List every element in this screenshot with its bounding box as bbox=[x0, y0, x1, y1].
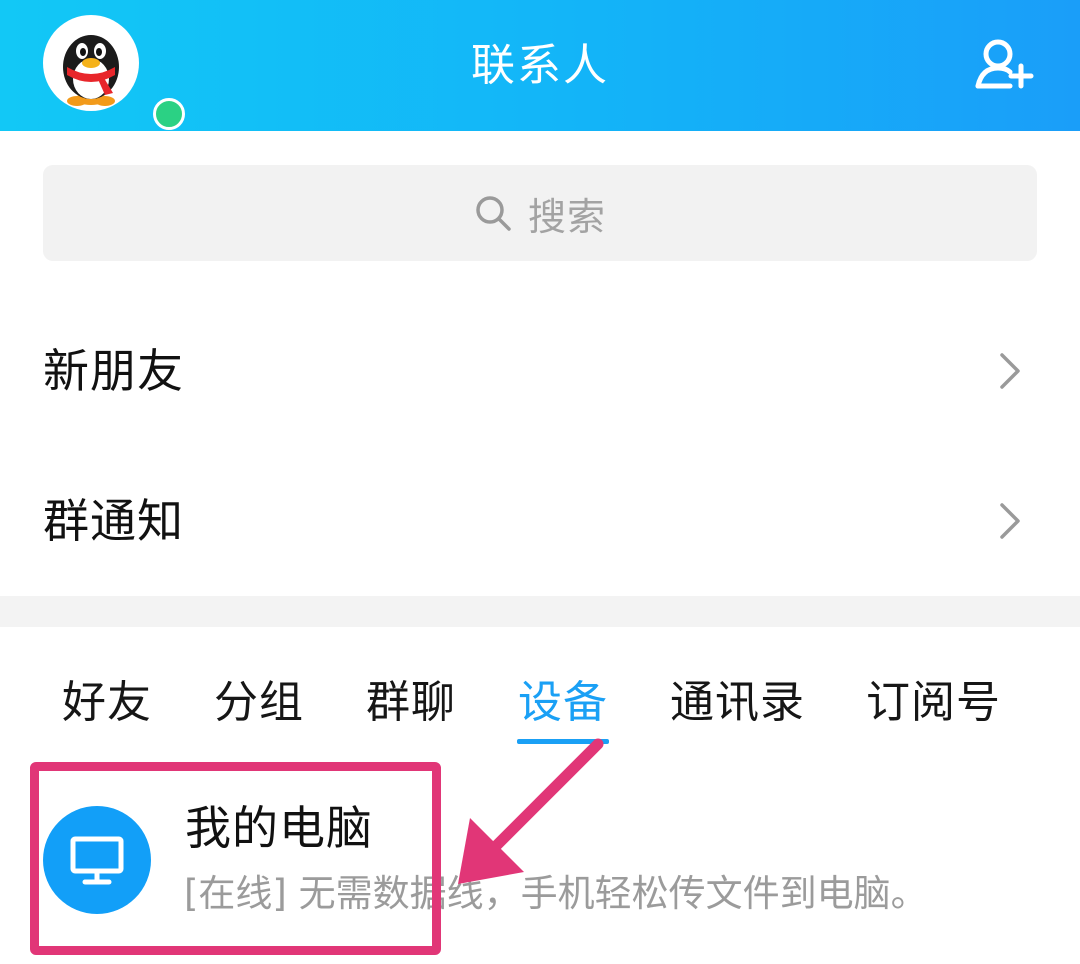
contact-tabs: 好友 分组 群聊 设备 通讯录 订阅号 bbox=[0, 668, 1080, 748]
add-contact-icon bbox=[975, 39, 1034, 89]
chevron-right-icon bbox=[1000, 503, 1020, 539]
add-contact-button[interactable] bbox=[974, 36, 1036, 92]
new-friends-row[interactable]: 新朋友 bbox=[0, 296, 1080, 446]
search-placeholder: 搜索 bbox=[527, 194, 606, 239]
my-computer-item[interactable]: 我的电脑 [在线] 无需数据线，手机轻松传文件到电脑。 bbox=[0, 780, 1080, 964]
group-notices-row[interactable]: 群通知 bbox=[0, 446, 1080, 596]
chevron-right-icon bbox=[1000, 353, 1020, 389]
tab-phonebook[interactable]: 通讯录 bbox=[670, 668, 805, 738]
tab-groups-category[interactable]: 分组 bbox=[214, 668, 304, 738]
search-bar[interactable]: 搜索 bbox=[43, 165, 1037, 261]
new-friends-label: 新朋友 bbox=[43, 344, 184, 398]
top-bar: 联系人 bbox=[0, 0, 1080, 131]
device-status: [在线] 无需数据线，手机轻松传文件到电脑。 bbox=[184, 872, 928, 915]
tab-group-chats[interactable]: 群聊 bbox=[366, 668, 456, 738]
monitor-icon bbox=[70, 836, 124, 885]
section-divider bbox=[0, 596, 1080, 627]
tab-devices[interactable]: 设备 bbox=[518, 668, 608, 738]
online-status-dot bbox=[153, 98, 185, 130]
tab-friends[interactable]: 好友 bbox=[62, 668, 152, 738]
search-icon bbox=[476, 196, 511, 231]
device-name: 我的电脑 bbox=[185, 801, 373, 855]
group-notices-label: 群通知 bbox=[43, 494, 184, 548]
tab-subscriptions[interactable]: 订阅号 bbox=[866, 668, 1001, 738]
active-tab-indicator bbox=[517, 739, 609, 744]
device-avatar bbox=[43, 806, 151, 914]
page-title: 联系人 bbox=[471, 40, 609, 91]
